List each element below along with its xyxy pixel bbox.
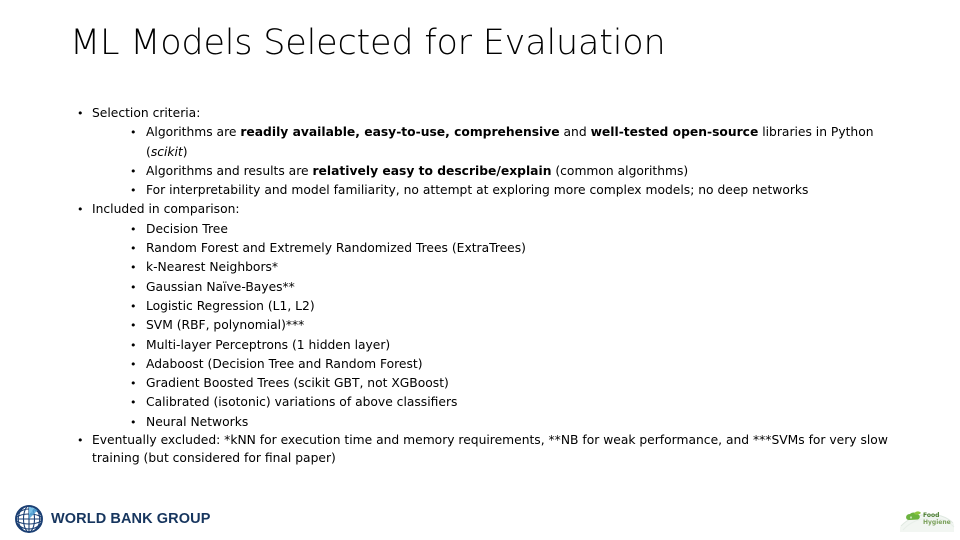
bullet-heading-label: Included in comparison: (92, 202, 240, 217)
sub-bullet-criteria-1: Algorithms are readily available, easy-t… (124, 123, 910, 162)
model-list-item: Logistic Regression (L1, L2) (124, 297, 910, 317)
model-list-item: Decision Tree (124, 220, 910, 240)
rich-text: Neural Networks (146, 414, 249, 429)
rich-text: Logistic Regression (L1, L2) (146, 298, 315, 313)
rich-text: Multi-layer Perceptrons (1 hidden layer) (146, 337, 391, 352)
bullet-heading-included-in-comparison: Included in comparison: Decision Tree Ra… (70, 200, 910, 432)
food-hygiene-logo: Food Hygiene (898, 501, 956, 537)
world-bank-group-logo: WORLD BANK GROUP (14, 503, 210, 535)
model-list-item: Gaussian Naïve-Bayes** (124, 278, 910, 298)
bullet-group-excluded: Eventually excluded: *kNN for execution … (70, 432, 910, 467)
model-list-item: SVM (RBF, polynomial)*** (124, 316, 910, 336)
slide-body: Selection criteria: Algorithms are readi… (70, 104, 910, 467)
bullet-eventually-excluded: Eventually excluded: *kNN for execution … (70, 432, 910, 467)
bullet-heading-label: Selection criteria: (92, 106, 201, 120)
model-list-item: Random Forest and Extremely Randomized T… (124, 239, 910, 259)
page-title: ML Models Selected for Evaluation (70, 23, 666, 63)
bullet-group-included: Included in comparison: Decision Tree Ra… (70, 200, 910, 432)
rich-text: SVM (RBF, polynomial)*** (146, 318, 305, 333)
rich-text: Random Forest and Extremely Randomized T… (146, 241, 526, 256)
rich-text: Gaussian Naïve-Bayes** (146, 279, 295, 294)
food-hygiene-icon: Food Hygiene (900, 511, 955, 532)
rich-text: Algorithms and results are relatively ea… (146, 163, 689, 178)
rich-text: Decision Tree (146, 221, 228, 236)
world-bank-group-wordmark: WORLD BANK GROUP (51, 510, 211, 527)
model-list-item: k-Nearest Neighbors* (124, 258, 910, 278)
slide-canvas: ML Models Selected for Evaluation Select… (0, 0, 960, 540)
rich-text: Adaboost (Decision Tree and Random Fores… (146, 356, 423, 371)
model-list-item: Neural Networks (124, 413, 910, 433)
rich-text: Gradient Boosted Trees (scikit GBT, not … (146, 376, 449, 391)
rich-text: Calibrated (isotonic) variations of abov… (146, 395, 458, 410)
model-list-item: Adaboost (Decision Tree and Random Fores… (124, 355, 910, 375)
rich-text: For interpretability and model familiari… (146, 183, 809, 198)
aux-logo-line2: Hygiene (923, 519, 951, 526)
aux-logo-line1: Food (923, 512, 939, 519)
model-list-item: Multi-layer Perceptrons (1 hidden layer) (124, 336, 910, 356)
bullet-heading-label: Eventually excluded: *kNN for execution … (92, 433, 888, 465)
sub-bullet-criteria-3: For interpretability and model familiari… (124, 181, 910, 201)
bullet-heading-selection-criteria: Selection criteria: Algorithms are readi… (70, 104, 910, 201)
sub-bullet-criteria-2: Algorithms and results are relatively ea… (124, 162, 910, 182)
model-list-item: Gradient Boosted Trees (scikit GBT, not … (124, 374, 910, 394)
model-list-item: Calibrated (isotonic) variations of abov… (124, 393, 910, 413)
rich-text: k-Nearest Neighbors* (146, 260, 279, 275)
sub-bullet-list-models: Decision Tree Random Forest and Extremel… (92, 220, 910, 433)
sub-bullet-list-criteria: Algorithms are readily available, easy-t… (92, 123, 910, 200)
bullet-group-criteria: Selection criteria: Algorithms are readi… (70, 104, 910, 201)
rich-text: Algorithms are readily available, easy-t… (146, 125, 874, 159)
globe-icon (15, 505, 43, 533)
